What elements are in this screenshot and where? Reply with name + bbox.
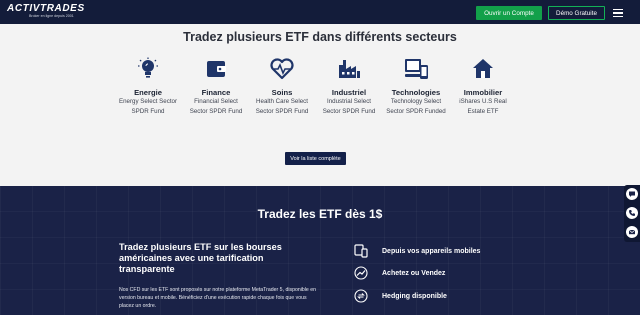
logo-tagline: Broker en ligne depuis 2001 (29, 14, 74, 18)
sector-desc-line2: Sector SPDR Fund (189, 107, 243, 115)
hamburger-icon[interactable] (613, 9, 623, 17)
sector-immobilier: Immobilier iShares U.S Real Estate ETF (448, 57, 518, 116)
sector-desc-line1: Technology Select (390, 98, 442, 105)
sector-desc-line1: Financial Select (194, 98, 238, 105)
feature-label: Achetez ou Vendez (382, 269, 446, 277)
sector-name: Immobilier (463, 88, 503, 97)
devices-icon (403, 57, 429, 81)
feature-buy-sell: Achetez ou Vendez (354, 266, 514, 280)
wallet-icon (203, 57, 229, 81)
sector-desc-line2: Estate ETF (467, 107, 499, 115)
sector-name: Finance (201, 88, 231, 97)
trend-icon (354, 266, 368, 280)
free-demo-button[interactable]: Démo Gratuite (548, 6, 605, 20)
feature-label: Hedging disponible (382, 292, 447, 300)
sector-desc-line1: Energy Select Sector (118, 98, 178, 105)
promo-paragraph: Nos CFD sur les ETF sont proposés sur no… (119, 287, 317, 309)
sector-name: Soins (271, 88, 293, 97)
feature-mobile: Depuis vos appareils mobiles (354, 244, 514, 258)
sector-desc-line2: Sector SPDR Fund (255, 107, 309, 115)
heart-pulse-icon (269, 57, 295, 81)
feature-hedging: Hedging disponible (354, 289, 514, 303)
devices-outline-icon (354, 244, 368, 258)
feature-label: Depuis vos appareils mobiles (382, 247, 481, 255)
logo-text: ACTIVTRADES (7, 3, 85, 14)
activtrades-logo[interactable]: ACTIVTRADES Broker en ligne depuis 2001 (7, 3, 85, 19)
sector-desc-line1: Industrial Select (326, 98, 372, 105)
sector-energie: Energie Energy Select Sector SPDR Fund (113, 57, 183, 116)
hedging-icon (354, 289, 368, 303)
sector-finance: Finance Financial Select Sector SPDR Fun… (181, 57, 251, 116)
sector-technologies: Technologies Technology Select Sector SP… (381, 57, 451, 116)
email-icon[interactable] (626, 226, 638, 238)
promo-section: Tradez les ETF dès 1$ Tradez plusieurs E… (0, 186, 640, 315)
sector-desc-line2: Sector SPDR Fund (322, 107, 376, 115)
sector-desc-line1: iShares U.S Real (459, 98, 507, 105)
top-navbar: ACTIVTRADES Broker en ligne depuis 2001 … (0, 0, 640, 24)
sector-desc-line2: Sector SPDR Funded (386, 107, 446, 115)
factory-icon (336, 57, 362, 81)
sector-industriel: Industriel Industrial Select Sector SPDR… (314, 57, 384, 116)
house-icon (470, 57, 496, 81)
promo-title: Tradez les ETF dès 1$ (257, 207, 383, 221)
sector-name: Industriel (331, 88, 367, 97)
sectors-title: Tradez plusieurs ETF dans différents sec… (183, 30, 457, 44)
promo-heading: Tradez plusieurs ETF sur les bourses amé… (119, 242, 282, 274)
open-account-button[interactable]: Ouvrir un Compte (476, 6, 542, 20)
sector-desc-line1: Health Care Select (256, 98, 308, 105)
chat-icon[interactable] (626, 188, 638, 200)
lightbulb-icon (135, 57, 161, 81)
sector-soins: Soins Health Care Select Sector SPDR Fun… (247, 57, 317, 116)
sector-name: Technologies (391, 88, 441, 97)
phone-icon[interactable] (626, 207, 638, 219)
sector-desc-line2: SPDR Fund (131, 107, 165, 115)
sector-name: Energie (134, 88, 162, 97)
view-full-list-button[interactable]: Voir la liste complète (285, 152, 346, 165)
side-contact-widget (624, 185, 640, 242)
